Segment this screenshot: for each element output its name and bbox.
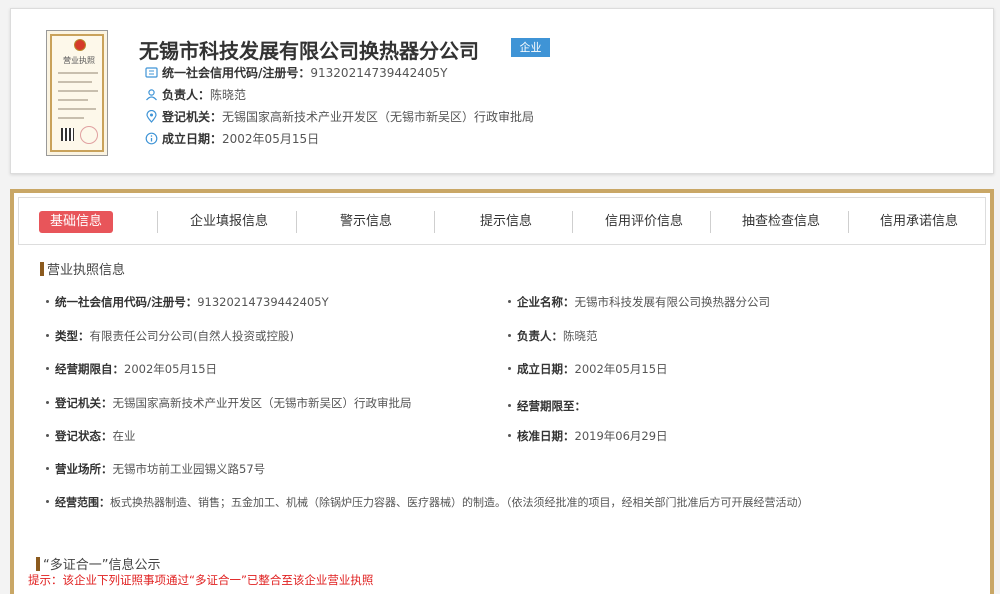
field-registration-status: 登记状态：在业	[46, 428, 136, 444]
field-company-name: 企业名称：无锡市科技发展有限公司换热器分公司	[508, 294, 770, 310]
field-type: 类型：有限责任公司分公司(自然人投资或控股)	[46, 328, 294, 344]
tab-separator	[157, 211, 158, 233]
field-period-from: 经营期限自：2002年05月15日	[46, 361, 217, 377]
location-pin-icon	[146, 110, 157, 123]
info-circle-icon	[145, 132, 158, 145]
tab-credit-evaluation[interactable]: 信用评价信息	[594, 211, 694, 233]
company-header-card: 营业执照 无锡市科技发展有限公司换热器分公司 企业 统一社会信用代码/注册号：9…	[10, 8, 994, 174]
tab-inspection-info[interactable]: 抽查检查信息	[731, 211, 831, 233]
tab-notice-info[interactable]: 提示信息	[459, 211, 553, 233]
tab-separator	[296, 211, 297, 233]
company-name: 无锡市科技发展有限公司换热器分公司	[139, 39, 479, 63]
field-approval-date: 核准日期：2019年06月29日	[508, 428, 668, 444]
national-emblem-icon	[74, 39, 86, 51]
multi-cert-section-title: “多证合一”信息公示	[36, 554, 160, 573]
field-credit-code: 统一社会信用代码/注册号：91320214739442405Y	[46, 294, 329, 310]
header-registration-authority: 登记机关：无锡国家高新技术产业开发区（无锡市新吴区）行政审批局	[145, 109, 534, 125]
tab-separator	[434, 211, 435, 233]
field-founded-date: 成立日期：2002年05月15日	[508, 361, 668, 377]
field-business-address: 营业场所：无锡市坊前工业园锡义路57号	[46, 461, 265, 477]
field-person-in-charge: 负责人：陈晓范	[508, 328, 598, 344]
qr-code-icon	[61, 128, 74, 141]
field-period-to: 经营期限至：	[508, 398, 586, 414]
tab-separator	[848, 211, 849, 233]
tab-basic-info[interactable]: 基础信息	[39, 211, 113, 233]
header-person-in-charge: 负责人：陈晓范	[145, 87, 246, 103]
main-info-panel: 基础信息 企业填报信息 警示信息 提示信息 信用评价信息 抽查检查信息 信用承诺…	[10, 189, 994, 594]
tab-bar: 基础信息 企业填报信息 警示信息 提示信息 信用评价信息 抽查检查信息 信用承诺…	[18, 197, 986, 245]
tab-separator	[710, 211, 711, 233]
tab-credit-commitment[interactable]: 信用承诺信息	[869, 211, 969, 233]
field-registration-authority: 登记机关：无锡国家高新技术产业开发区（无锡市新吴区）行政审批局	[46, 395, 412, 411]
tab-enterprise-report[interactable]: 企业填报信息	[179, 211, 279, 233]
header-credit-code: 统一社会信用代码/注册号：91320214739442405Y	[145, 65, 448, 81]
multi-cert-tip: 提示：该企业下列证照事项通过“多证合一”已整合至该企业营业执照	[28, 573, 374, 587]
enterprise-type-badge: 企业	[511, 38, 550, 57]
tab-warning-info[interactable]: 警示信息	[319, 211, 413, 233]
header-establish-date: 成立日期：2002年05月15日	[145, 131, 319, 147]
person-icon	[146, 89, 157, 101]
field-business-scope: 经营范围：板式换热器制造、销售；五金加工、机械（除锅炉压力容器、医疗器械）的制造…	[46, 495, 809, 511]
tab-separator	[572, 211, 573, 233]
id-card-icon	[145, 67, 158, 78]
official-seal-icon	[80, 126, 98, 144]
license-section-title: 营业执照信息	[40, 259, 125, 278]
license-thumbnail-title: 营业执照	[63, 56, 95, 65]
business-license-thumbnail[interactable]: 营业执照	[46, 30, 108, 156]
